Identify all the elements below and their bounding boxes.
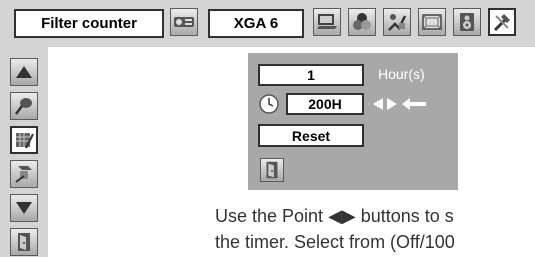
panel-exit-icon[interactable] [260, 158, 284, 182]
input-source-text: XGA 6 [233, 15, 279, 32]
pin-icon[interactable] [10, 92, 38, 120]
filter-counter-panel: 1 Hour(s) 200H Reset [248, 53, 458, 190]
left-right-arrows-icon [372, 97, 398, 111]
timer-value-field[interactable]: 200H [286, 93, 364, 115]
reset-button[interactable]: Reset [258, 124, 364, 147]
screen-icon[interactable] [418, 8, 446, 36]
setting-icon[interactable] [488, 8, 516, 36]
up-arrow-icon[interactable] [10, 58, 38, 86]
instruction-text: Use the Point ◀▶ buttons to s the timer.… [215, 203, 535, 257]
image-adjust-icon[interactable] [383, 8, 411, 36]
down-arrow-icon[interactable] [10, 194, 38, 222]
menu-bar: Filter counter XGA 6 [0, 0, 535, 47]
filter-counter-icon[interactable] [10, 160, 38, 188]
timer-clock-icon [258, 93, 280, 115]
reset-label: Reset [291, 127, 331, 144]
sound-icon[interactable] [453, 8, 481, 36]
enter-arrow-icon [400, 97, 428, 111]
exit-icon[interactable] [10, 228, 38, 256]
input-source-label: XGA 6 [208, 9, 304, 38]
instruction-line-1: Use the Point ◀▶ buttons to s [215, 206, 454, 226]
hours-unit-label: Hour(s) [378, 66, 425, 82]
instruction-line-2: the timer. Select from (Off/100 [215, 232, 455, 252]
menu-title-text: Filter counter [41, 15, 137, 32]
hours-value: 1 [307, 67, 315, 83]
computer-icon[interactable] [313, 8, 341, 36]
filter-icon[interactable] [10, 126, 38, 154]
color-adjust-icon[interactable] [348, 8, 376, 36]
sidebar [0, 47, 48, 257]
menu-title: Filter counter [14, 9, 164, 38]
hours-value-field: 1 [258, 64, 364, 86]
timer-value: 200H [308, 96, 342, 112]
projector-icon[interactable] [170, 8, 198, 36]
